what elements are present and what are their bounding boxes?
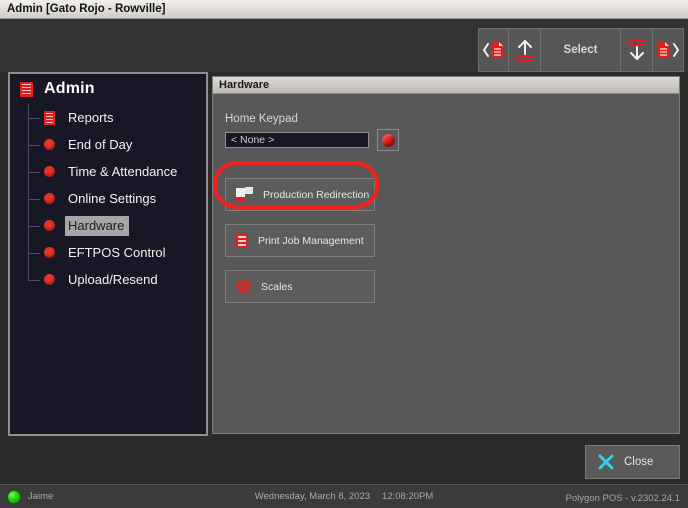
- home-keypad-select[interactable]: < None >: [225, 132, 369, 148]
- sidebar-item-label: EFTPOS Control: [68, 244, 166, 260]
- sidebar-item-label: Time & Attendance: [68, 163, 178, 179]
- scales-button[interactable]: Scales: [225, 270, 375, 303]
- home-keypad-label: Home Keypad: [225, 113, 298, 125]
- sidebar-item-label: Reports: [68, 109, 114, 125]
- red-dot-icon: [44, 139, 55, 150]
- select-button-label: Select: [563, 44, 598, 56]
- title-bar: Admin [Gato Rojo - Rowville]: [0, 0, 688, 19]
- red-document-icon: [20, 81, 33, 97]
- status-user: Jaime: [0, 489, 54, 504]
- sidebar-item-eftpos-control[interactable]: EFTPOS Control: [10, 239, 206, 266]
- red-document-icon: [44, 110, 55, 125]
- action-label: Print Job Management: [258, 234, 364, 247]
- red-dot-icon: [44, 274, 55, 285]
- print-job-icon: [236, 233, 248, 248]
- next-record-button[interactable]: [653, 29, 683, 71]
- content-header: Hardware: [213, 77, 679, 94]
- status-time: 12:08:20PM: [382, 491, 434, 502]
- sidebar-item-online-settings[interactable]: Online Settings: [10, 185, 206, 212]
- sidebar-item-label: Hardware: [65, 215, 130, 236]
- sidebar-item-reports[interactable]: Reports: [10, 104, 206, 131]
- close-x-icon: [598, 454, 614, 470]
- sidebar-item-label: End of Day: [68, 136, 133, 152]
- home-keypad-value: < None >: [231, 134, 275, 146]
- home-keypad-picker-button[interactable]: [377, 129, 399, 151]
- red-dot-icon: [44, 193, 55, 204]
- action-label: Scales: [261, 280, 293, 293]
- status-bar: Jaime Wednesday, March 8, 2023 12:08:20P…: [0, 484, 688, 508]
- close-button-label: Close: [624, 456, 654, 468]
- action-label: Production Redirection: [263, 188, 370, 201]
- red-circle-icon: [381, 133, 395, 147]
- move-down-button[interactable]: [621, 29, 653, 71]
- document-previous-icon: [482, 42, 503, 58]
- content-header-title: Hardware: [219, 79, 270, 91]
- close-button[interactable]: Close: [585, 445, 680, 479]
- arrow-down-icon: [627, 40, 646, 60]
- window-title: Admin [Gato Rojo - Rowville]: [7, 3, 166, 15]
- home-keypad-row: < None >: [225, 129, 679, 151]
- sidebar-item-time-attendance[interactable]: Time & Attendance: [10, 158, 206, 185]
- move-up-button[interactable]: [509, 29, 541, 71]
- select-button[interactable]: Select: [541, 29, 621, 71]
- tree-root-label: Admin: [44, 80, 95, 97]
- red-dot-icon: [44, 220, 55, 231]
- production-redirection-button[interactable]: Production Redirection: [225, 178, 375, 211]
- sidebar-item-hardware[interactable]: Hardware: [10, 212, 206, 239]
- sidebar-item-end-of-day[interactable]: End of Day: [10, 131, 206, 158]
- status-user-name: Jaime: [28, 491, 54, 502]
- status-version-wrap: Polygon POS - v.2302.24.1: [566, 488, 688, 506]
- top-band: Select: [0, 19, 688, 72]
- sidebar-item-label: Online Settings: [68, 190, 157, 206]
- document-next-icon: [658, 42, 679, 58]
- toolbar: Select: [478, 28, 684, 72]
- arrow-up-icon: [515, 40, 534, 61]
- status-date: Wednesday, March 8, 2023: [254, 491, 371, 502]
- content-panel: Hardware Home Keypad < None > Production…: [212, 76, 680, 434]
- app-window: Admin [Gato Rojo - Rowville] Select Admi…: [0, 0, 688, 508]
- gear-icon: [236, 279, 251, 294]
- print-job-management-button[interactable]: Print Job Management: [225, 224, 375, 257]
- green-led-icon: [7, 489, 21, 504]
- sidebar-item-upload-resend[interactable]: Upload/Resend: [10, 266, 206, 293]
- previous-record-button[interactable]: [479, 29, 509, 71]
- production-redirection-icon: [236, 187, 253, 202]
- status-version: Polygon POS - v.2302.24.1: [565, 492, 680, 504]
- content-body: Home Keypad < None > Production Redirect…: [213, 94, 679, 303]
- red-dot-icon: [44, 247, 55, 258]
- sidebar-item-label: Upload/Resend: [68, 271, 158, 287]
- tree-root-admin[interactable]: Admin: [10, 74, 206, 104]
- navigation-tree: Admin Reports End of Day Time & Attendan…: [8, 72, 208, 436]
- red-dot-icon: [44, 166, 55, 177]
- hardware-actions: Production Redirection Print Job Managem…: [225, 178, 679, 303]
